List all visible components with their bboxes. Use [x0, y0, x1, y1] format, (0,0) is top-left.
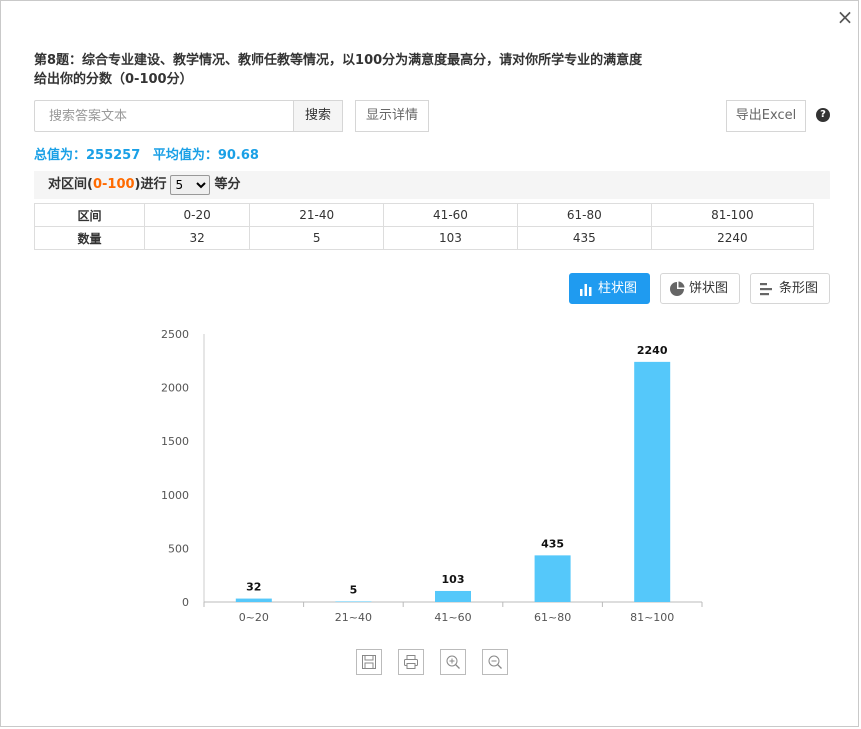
tab-bar-label: 柱状图: [598, 281, 638, 296]
table-cell: 21-40: [249, 203, 385, 227]
data-label: 103: [442, 573, 465, 586]
interval-control: 对区间(0-100)进行 5 等分: [34, 171, 830, 199]
x-tick-label: 81~100: [630, 611, 674, 624]
interval-count-select[interactable]: 5: [170, 174, 211, 195]
y-tick-label: 500: [168, 542, 189, 555]
table-cell: 2240: [650, 226, 815, 250]
table-row: 数量 32 5 103 435 2240: [34, 226, 815, 250]
x-tick-label: 61~80: [534, 611, 571, 624]
y-tick-label: 1000: [161, 489, 189, 502]
bar: [235, 598, 272, 602]
table-row: 区间 0-20 21-40 41-60 61-80 81-100: [34, 203, 815, 227]
row-label-count: 数量: [34, 226, 145, 250]
bar-chart: 0 500 1000 1500 2000 2500 32 0~20 5 21~40 103 41~60…: [161, 328, 703, 624]
bar: [634, 361, 671, 602]
table-cell: 81-100: [650, 203, 815, 227]
table-cell: 41-60: [383, 203, 518, 227]
export-excel-button[interactable]: 导出Excel: [726, 100, 806, 132]
search-input[interactable]: [34, 100, 294, 132]
tab-pie-label: 饼状图: [689, 281, 729, 296]
average-value: 平均值为：90.68: [152, 148, 259, 163]
table-cell: 61-80: [516, 203, 652, 227]
y-tick-label: 1500: [161, 435, 189, 448]
tab-hbar-chart[interactable]: 条形图: [750, 273, 830, 304]
interval-suffix: 等分: [214, 177, 241, 192]
pie-chart-icon: [670, 281, 685, 296]
search-button[interactable]: 搜索: [293, 100, 343, 132]
x-tick-label: 21~40: [335, 611, 372, 624]
question-title: 第8题：综合专业建设、教学情况、教师任教等情况，以100分为满意度最高分，请对你…: [34, 53, 643, 87]
data-label: 2240: [637, 344, 668, 357]
zoom-out-icon: [488, 655, 502, 669]
bar-chart-icon: [580, 284, 592, 296]
data-label: 32: [246, 581, 261, 594]
y-tick-label: 2000: [161, 382, 189, 395]
question-circle-icon[interactable]: ?: [816, 108, 830, 122]
interval-range: 0-100: [92, 177, 135, 192]
print-button[interactable]: [398, 649, 424, 675]
x-tick-label: 41~60: [434, 611, 471, 624]
bar: [335, 601, 372, 602]
table-cell: 435: [516, 226, 652, 250]
tab-bar-chart[interactable]: 柱状图: [569, 273, 650, 304]
data-label: 5: [350, 583, 358, 596]
save-image-button[interactable]: [356, 649, 382, 675]
zoom-out-button[interactable]: [482, 649, 508, 675]
tab-pie-chart[interactable]: 饼状图: [660, 273, 740, 304]
zoom-in-button[interactable]: [440, 649, 466, 675]
table-cell: 0-20: [143, 203, 251, 227]
interval-middle: )进行: [134, 177, 167, 192]
total-value: 总值为：255257: [34, 148, 141, 163]
table-cell: 32: [143, 226, 251, 250]
horizontal-bar-icon: [760, 283, 772, 296]
table-cell: 103: [383, 226, 518, 250]
tab-hbar-label: 条形图: [779, 281, 819, 296]
save-icon: [362, 655, 376, 669]
row-label-range: 区间: [34, 203, 145, 227]
y-tick-label: 2500: [161, 328, 189, 341]
table-cell: 5: [249, 226, 385, 250]
x-tick-label: 0~20: [239, 611, 269, 624]
zoom-in-icon: [446, 655, 460, 669]
stats-dialog: × 第8题：综合专业建设、教学情况、教师任教等情况，以100分为满意度最高分，请…: [0, 0, 859, 727]
data-label: 435: [541, 537, 564, 550]
interval-prefix: 对区间(: [48, 177, 93, 192]
bar: [534, 555, 571, 602]
distribution-table: 区间 0-20 21-40 41-60 61-80 81-100 数量 32 5…: [34, 203, 815, 250]
show-details-button[interactable]: 显示详情: [355, 100, 429, 132]
print-icon: [404, 655, 418, 669]
y-tick-label: 0: [182, 596, 189, 609]
summary-stats: 总值为：255257 平均值为：90.68: [34, 144, 267, 163]
close-icon[interactable]: ×: [834, 6, 856, 28]
bar: [435, 590, 471, 602]
